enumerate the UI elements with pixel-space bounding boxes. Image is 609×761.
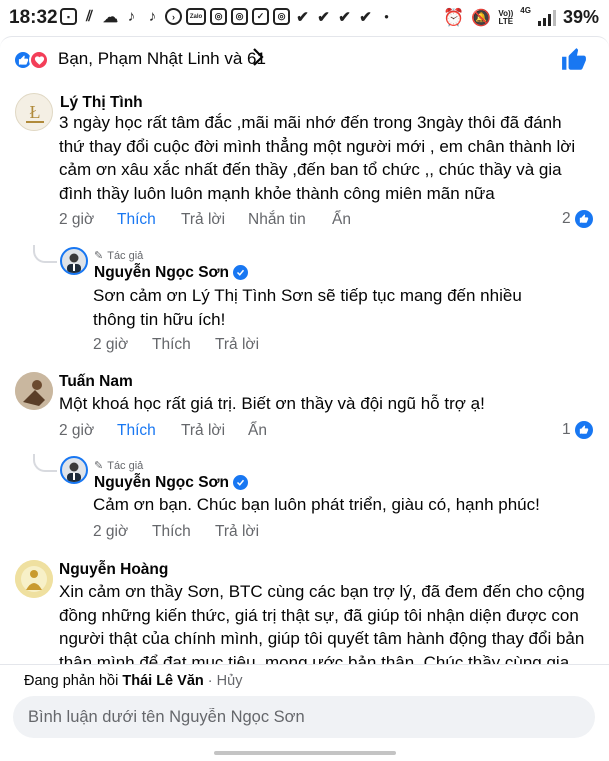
reply-text: Sơn cảm ơn Lý Thị Tình Sơn sẽ tiếp tục m… <box>93 286 522 329</box>
separator: · <box>207 673 213 689</box>
reply-action[interactable]: Trả lời <box>181 422 248 440</box>
hide-action[interactable]: Ẩn <box>248 422 267 440</box>
author-badge: ✎ Tác giả <box>94 249 144 263</box>
network-type: Vo)) LTE <box>498 8 514 26</box>
comment-author[interactable]: Tuấn Nam <box>59 373 133 391</box>
comment-time: 2 giờ <box>59 211 95 228</box>
tiktok-icon: ♪ <box>148 8 157 25</box>
like-action[interactable]: Thích <box>152 523 215 541</box>
tiktok-icon: ♪ <box>127 8 136 25</box>
thread-connector <box>33 245 57 263</box>
alarm-icon: ⏰ <box>443 7 465 27</box>
reaction-count[interactable]: 2 <box>562 210 593 228</box>
zalo-icon: Zalo <box>186 8 206 25</box>
replying-to-name: Thái Lê Văn <box>122 673 204 689</box>
reply-time: 2 giờ <box>93 336 129 353</box>
comment-author[interactable]: Lý Thị Tình <box>60 94 143 112</box>
dot-icon: ● <box>384 12 389 21</box>
author-badge: ✎ Tác giả <box>94 459 144 473</box>
play-icon: › <box>165 8 182 25</box>
verified-icon <box>233 475 249 491</box>
reply-time: 2 giờ <box>93 523 129 540</box>
signal-bars-icon: ⫽ <box>86 8 93 25</box>
thread-connector <box>33 454 57 472</box>
instagram-icon: ◎ <box>273 8 290 25</box>
avatar[interactable] <box>60 247 88 275</box>
reply-author[interactable]: Nguyễn Ngọc Sơn <box>94 264 249 282</box>
reply-action[interactable]: Trả lời <box>215 523 259 541</box>
reply-author[interactable]: Nguyễn Ngọc Sơn <box>94 474 249 492</box>
battery-percent: 39% <box>562 7 599 27</box>
person-icon <box>67 253 81 273</box>
network-gen: 4G <box>520 6 531 15</box>
signal-icon <box>537 9 556 26</box>
system-status: ⏰ 🔕 Vo)) LTE 4G 39% <box>443 7 599 28</box>
comment-actions: 2 giờ Thích Trả lời Nhắn tin Ẩn <box>59 211 351 229</box>
status-bar: 18:32 ▪ ⫽ ☁ ♪ ♪ › Zalo ◎ ◎ ✓ ◎ ✔ ✔ ✔ ✔ ●… <box>0 0 609 36</box>
check-icon: ✔ <box>338 8 351 26</box>
svg-text:Ł: Ł <box>30 102 41 122</box>
reaction-count[interactable]: 1 <box>562 421 593 439</box>
reply-text: Cảm ơn bạn. Chúc bạn luôn phát triển, gi… <box>93 495 540 514</box>
person-icon <box>15 372 53 410</box>
reaction-summary: Bạn, Phạm Nhật Linh và 61 <box>58 49 266 68</box>
comment-text: Xin cảm ơn thầy Sơn, BTC cùng các bạn tr… <box>59 582 585 664</box>
reply-action[interactable]: Trả lời <box>181 211 248 229</box>
comment-author[interactable]: Nguyễn Hoàng <box>59 561 168 579</box>
comment-text: Một khoá học rất giá trị. Biết ơn thầy v… <box>59 394 485 413</box>
notification-icons: ▪ ⫽ ☁ ♪ ♪ › Zalo ◎ ◎ ✓ ◎ ✔ ✔ ✔ ✔ ● <box>60 8 395 26</box>
like-reaction-icon <box>574 421 593 439</box>
mute-icon: 🔕 <box>471 9 492 27</box>
message-action[interactable]: Nhắn tin <box>248 211 332 229</box>
reply-actions: 2 giờ Thích Trả lời <box>93 336 259 354</box>
instagram-icon: ◎ <box>210 8 227 25</box>
check-icon: ✔ <box>296 8 309 26</box>
cloud-icon: ☁ <box>103 8 118 26</box>
avatar[interactable]: Ł <box>15 93 53 131</box>
like-button-icon[interactable] <box>561 47 587 78</box>
like-reaction-icon <box>574 210 593 228</box>
like-action[interactable]: Thích <box>117 211 181 229</box>
avatar[interactable] <box>15 372 53 410</box>
like-action[interactable]: Thích <box>152 336 215 354</box>
verified-icon <box>233 265 249 281</box>
home-indicator[interactable] <box>214 751 396 755</box>
reply-action[interactable]: Trả lời <box>215 336 259 354</box>
like-action[interactable]: Thích <box>117 422 181 440</box>
reactions-header[interactable]: Bạn, Phạm Nhật Linh và 61 <box>0 36 609 82</box>
comment-input[interactable] <box>13 696 595 738</box>
check-icon: ✔ <box>359 8 372 26</box>
comment-composer: Đang phản hồi Thái Lê Văn · Hủy <box>0 664 609 761</box>
pencil-icon: ✎ <box>94 250 104 262</box>
reaction-icons <box>13 50 49 70</box>
check-icon: ✓ <box>252 8 269 25</box>
hide-action[interactable]: Ẩn <box>332 211 351 229</box>
status-time: 18:32 <box>9 7 58 28</box>
comment-actions: 2 giờ Thích Trả lời Ẩn <box>59 422 267 440</box>
avatar[interactable] <box>60 456 88 484</box>
replying-to-bar: Đang phản hồi Thái Lê Văn · Hủy <box>24 673 242 689</box>
comment-time: 2 giờ <box>59 422 95 439</box>
instagram-icon: ◎ <box>231 8 248 25</box>
comment-text: 3 ngày học rất tâm đắc ,mãi mãi nhớ đến … <box>59 113 576 203</box>
person-icon <box>67 462 81 482</box>
buddha-icon <box>15 560 53 598</box>
logo-icon: Ł <box>26 102 44 123</box>
check-icon: ✔ <box>317 8 330 26</box>
pencil-icon: ✎ <box>94 460 104 472</box>
reply-actions: 2 giờ Thích Trả lời <box>93 523 259 541</box>
chevron-right-icon <box>252 47 264 73</box>
love-reaction-icon <box>29 50 49 70</box>
avatar[interactable] <box>15 560 53 598</box>
gallery-icon: ▪ <box>60 8 77 25</box>
replying-prefix: Đang phản hồi <box>24 673 119 689</box>
cancel-reply-button[interactable]: Hủy <box>217 673 243 689</box>
